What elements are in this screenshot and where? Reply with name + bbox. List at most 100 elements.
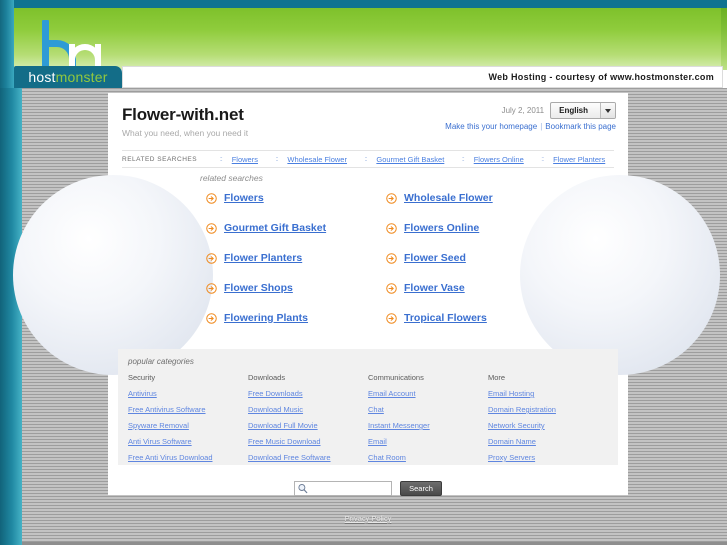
search-input[interactable] — [310, 482, 390, 495]
related-searches-section: related searches Flowers Wholesale Flowe… — [108, 173, 628, 324]
list-item[interactable]: Flowers Online — [386, 222, 576, 234]
category-link[interactable]: Free Music Download — [248, 437, 368, 446]
list-item[interactable]: Flowers — [206, 192, 386, 204]
related-link-gourmet-gift-basket[interactable]: Gourmet Gift Basket — [224, 222, 326, 234]
logo-monster-text: monster — [55, 69, 108, 85]
related-searches-nav: RELATED SEARCHES :: Flowers :: Wholesale… — [122, 150, 614, 168]
arrow-circle-icon — [386, 192, 397, 204]
popular-categories-columns: Security Antivirus Free Antivirus Softwa… — [128, 373, 608, 469]
nav-item: :: Flowers — [220, 155, 258, 164]
category-link[interactable]: Free Anti Virus Download — [128, 453, 248, 462]
list-item[interactable]: Flowering Plants — [206, 312, 386, 324]
nav-link-flower-planters[interactable]: Flower Planters — [553, 155, 605, 164]
category-link[interactable]: Download Free Software — [248, 453, 368, 462]
list-item[interactable]: Flower Shops — [206, 282, 386, 294]
search-row: Search — [108, 481, 628, 496]
category-link[interactable]: Download Music — [248, 405, 368, 414]
list-item[interactable]: Flower Planters — [206, 252, 386, 264]
arrow-circle-icon — [206, 252, 217, 264]
list-item[interactable]: Flower Seed — [386, 252, 576, 264]
arrow-circle-icon — [386, 252, 397, 264]
related-searches-nav-items: :: Flowers :: Wholesale Flower :: Gourme… — [211, 155, 614, 164]
related-link-tropical-flowers[interactable]: Tropical Flowers — [404, 312, 487, 324]
nav-item: :: Wholesale Flower — [275, 155, 347, 164]
language-value: English — [559, 106, 588, 115]
category-link[interactable]: Download Full Movie — [248, 421, 368, 430]
nav-link-gourmet-gift-basket[interactable]: Gourmet Gift Basket — [376, 155, 444, 164]
nav-item: :: Flower Planters — [541, 155, 605, 164]
page-root: host monster Web Hosting - courtesy of ww… — [0, 0, 727, 545]
popular-categories-heading: popular categories — [128, 357, 194, 366]
category-link[interactable]: Chat Room — [368, 453, 488, 462]
chevron-down-icon — [600, 103, 615, 118]
related-link-flower-planters[interactable]: Flower Planters — [224, 252, 302, 264]
footer: Privacy Policy — [108, 508, 628, 526]
category-link[interactable]: Instant Messenger — [368, 421, 488, 430]
related-link-flower-shops[interactable]: Flower Shops — [224, 282, 293, 294]
category-link[interactable]: Proxy Servers — [488, 453, 608, 462]
related-link-flower-seed[interactable]: Flower Seed — [404, 252, 466, 264]
related-searches-grid: Flowers Wholesale Flower Gourmet Gift Ba… — [206, 192, 628, 324]
category-heading: Downloads — [248, 373, 286, 382]
category-link[interactable]: Antivirus — [128, 389, 248, 398]
search-icon — [298, 484, 308, 494]
category-heading: Communications — [368, 373, 424, 382]
category-heading: Security — [128, 373, 156, 382]
category-link[interactable]: Spyware Removal — [128, 421, 248, 430]
nav-item: :: Gourmet Gift Basket — [364, 155, 444, 164]
courtesy-strip: Web Hosting - courtesy of www.hostmonste… — [122, 66, 723, 88]
nav-link-wholesale-flower[interactable]: Wholesale Flower — [287, 155, 347, 164]
courtesy-text: Web Hosting - courtesy of www.hostmonste… — [488, 72, 714, 82]
hostmonster-logo[interactable]: host monster — [14, 66, 122, 88]
green-banner — [14, 8, 727, 76]
privacy-policy-link[interactable]: Privacy Policy — [345, 514, 392, 523]
list-item[interactable]: Gourmet Gift Basket — [206, 222, 386, 234]
make-homepage-link[interactable]: Make this your homepage — [445, 122, 537, 131]
content-card: Flower-with.net What you need, when you … — [13, 93, 720, 496]
arrow-circle-icon — [206, 192, 217, 204]
related-link-flower-vase[interactable]: Flower Vase — [404, 282, 465, 294]
arrow-circle-icon — [206, 312, 217, 324]
category-link[interactable]: Domain Name — [488, 437, 608, 446]
search-field-wrapper[interactable] — [294, 481, 392, 496]
related-link-wholesale-flower[interactable]: Wholesale Flower — [404, 192, 493, 204]
list-item[interactable]: Tropical Flowers — [386, 312, 576, 324]
list-item[interactable]: Flower Vase — [386, 282, 576, 294]
category-link[interactable]: Free Antivirus Software — [128, 405, 248, 414]
popular-categories-panel: popular categories Security Antivirus Fr… — [118, 349, 618, 465]
category-column-communications: Communications Email Account Chat Instan… — [368, 373, 488, 469]
arrow-circle-icon — [206, 222, 217, 234]
category-link[interactable]: Network Security — [488, 421, 608, 430]
list-item[interactable]: Wholesale Flower — [386, 192, 576, 204]
arrow-circle-icon — [386, 282, 397, 294]
related-link-flowering-plants[interactable]: Flowering Plants — [224, 312, 308, 324]
category-link[interactable]: Chat — [368, 405, 488, 414]
header-utilities: July 2, 2011 English Make this your home… — [445, 102, 616, 131]
category-column-security: Security Antivirus Free Antivirus Softwa… — [128, 373, 248, 469]
related-link-flowers-online[interactable]: Flowers Online — [404, 222, 479, 234]
category-link[interactable]: Domain Registration — [488, 405, 608, 414]
logo-host-text: host — [28, 69, 56, 85]
category-link[interactable]: Email — [368, 437, 488, 446]
nav-dots-separator: :: — [461, 155, 465, 163]
category-link[interactable]: Anti Virus Software — [128, 437, 248, 446]
category-column-more: More Email Hosting Domain Registration N… — [488, 373, 608, 469]
category-link[interactable]: Free Downloads — [248, 389, 368, 398]
category-link[interactable]: Email Hosting — [488, 389, 608, 398]
search-button[interactable]: Search — [400, 481, 442, 496]
nav-dots-separator: :: — [275, 155, 278, 163]
bookmark-page-link[interactable]: Bookmark this page — [545, 122, 616, 131]
nav-dots-separator: :: — [541, 155, 544, 163]
left-teal-bar-lower — [0, 88, 22, 545]
category-column-downloads: Downloads Free Downloads Download Music … — [248, 373, 368, 469]
related-searches-heading: related searches — [200, 173, 263, 183]
arrow-circle-icon — [386, 312, 397, 324]
nav-link-flowers[interactable]: Flowers — [232, 155, 258, 164]
category-heading: More — [488, 373, 506, 382]
language-select[interactable]: English — [550, 102, 616, 119]
nav-link-flowers-online[interactable]: Flowers Online — [474, 155, 524, 164]
arrow-circle-icon — [386, 222, 397, 234]
category-link[interactable]: Email Account — [368, 389, 488, 398]
related-link-flowers[interactable]: Flowers — [224, 192, 264, 204]
current-date: July 2, 2011 — [501, 106, 545, 115]
